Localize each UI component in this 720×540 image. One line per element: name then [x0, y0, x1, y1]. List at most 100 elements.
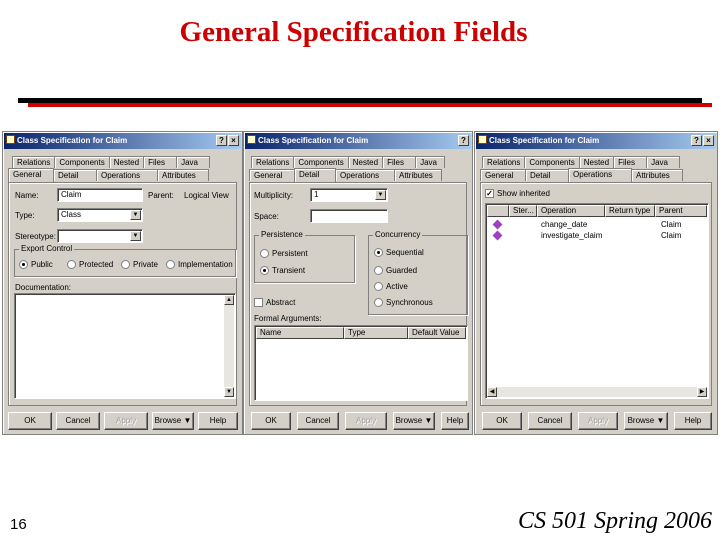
column-name[interactable]: Name	[256, 327, 344, 339]
tab-java[interactable]: Java	[176, 156, 211, 168]
radio-implementation[interactable]: Implementation	[166, 260, 233, 269]
help-title-button[interactable]: ?	[691, 135, 702, 146]
radio-transient[interactable]: Transient	[260, 266, 305, 275]
operations-list[interactable]: Ster... Operation Return type Parent cha…	[485, 203, 709, 399]
column-return-type[interactable]: Return type	[605, 205, 655, 217]
tab-files[interactable]: Files	[382, 156, 417, 168]
radio-icon	[260, 249, 269, 258]
slide-title: General Specification Fields	[179, 16, 528, 48]
scroll-right-icon[interactable]: ▶	[697, 387, 707, 397]
show-inherited-checkbox[interactable]: ✓ Show inherited	[485, 189, 550, 198]
scroll-up-icon[interactable]: ▲	[224, 295, 234, 305]
help-title-button[interactable]: ?	[458, 135, 469, 146]
radio-protected[interactable]: Protected	[67, 260, 113, 269]
radio-persistent[interactable]: Persistent	[260, 249, 308, 258]
close-title-button[interactable]: ×	[703, 135, 714, 146]
name-field[interactable]: Claim	[57, 188, 143, 202]
formal-arguments-list[interactable]: Name Type Default Value	[254, 325, 468, 401]
cancel-button[interactable]: Cancel	[297, 412, 339, 430]
tab-nested[interactable]: Nested	[108, 156, 145, 168]
chevron-down-icon[interactable]: ▼	[375, 190, 386, 200]
ok-button[interactable]: OK	[482, 412, 522, 430]
column-default-value[interactable]: Default Value	[408, 327, 466, 339]
documentation-textarea[interactable]: ▲ ▼	[14, 293, 236, 399]
radio-icon	[374, 298, 383, 307]
chevron-down-icon[interactable]: ▼	[130, 210, 141, 220]
column-type[interactable]: Type	[344, 327, 408, 339]
ok-button[interactable]: OK	[251, 412, 291, 430]
tab-row-bottom: General Detail Operations Attributes	[480, 168, 683, 182]
tab-detail[interactable]: Detail	[525, 169, 569, 181]
type-value: Class	[61, 210, 82, 219]
tab-nested[interactable]: Nested	[578, 156, 615, 168]
slide-number: 16	[10, 516, 27, 533]
cancel-button[interactable]: Cancel	[528, 412, 572, 430]
tab-components[interactable]: Components	[54, 156, 110, 168]
help-button[interactable]: Help	[198, 412, 238, 430]
tab-relations[interactable]: Relations	[251, 156, 295, 168]
tab-components[interactable]: Components	[293, 156, 349, 168]
close-title-button[interactable]: ×	[228, 135, 239, 146]
tab-attributes[interactable]: Attributes	[631, 169, 683, 181]
radio-synchronous[interactable]: Synchronous	[374, 298, 433, 307]
apply-button[interactable]: Apply	[578, 412, 618, 430]
tab-attributes[interactable]: Attributes	[394, 169, 442, 181]
radio-private[interactable]: Private	[121, 260, 158, 269]
tab-detail[interactable]: Detail	[53, 169, 97, 181]
operation-row[interactable]: investigate_claim Claim	[488, 230, 706, 241]
chevron-down-icon[interactable]: ▼	[130, 231, 141, 241]
operation-parent: Claim	[661, 220, 682, 229]
apply-button[interactable]: Apply	[104, 412, 148, 430]
cancel-button[interactable]: Cancel	[56, 412, 100, 430]
horizontal-scrollbar[interactable]: ◀ ▶	[487, 387, 707, 397]
tab-relations[interactable]: Relations	[482, 156, 526, 168]
tab-operations[interactable]: Operations	[568, 168, 632, 182]
apply-button[interactable]: Apply	[345, 412, 387, 430]
vertical-scrollbar[interactable]: ▲ ▼	[224, 295, 234, 397]
tab-files[interactable]: Files	[613, 156, 648, 168]
concurrency-label: Concurrency	[373, 230, 423, 239]
tab-java[interactable]: Java	[646, 156, 681, 168]
space-field[interactable]	[310, 209, 388, 223]
documentation-label: Documentation:	[15, 283, 72, 292]
tab-nested[interactable]: Nested	[347, 156, 384, 168]
tab-components[interactable]: Components	[524, 156, 580, 168]
help-button[interactable]: Help	[441, 412, 469, 430]
tab-operations[interactable]: Operations	[96, 169, 158, 181]
column-operation[interactable]: Operation	[537, 205, 605, 217]
tab-java[interactable]: Java	[415, 156, 446, 168]
radio-guarded[interactable]: Guarded	[374, 266, 417, 275]
tab-general[interactable]: General	[249, 169, 295, 181]
scroll-left-icon[interactable]: ◀	[487, 387, 497, 397]
tab-operations[interactable]: Operations	[335, 169, 395, 181]
help-button[interactable]: Help	[674, 412, 712, 430]
concurrency-group: Concurrency Sequential Guarded Active Sy…	[368, 230, 468, 315]
radio-active[interactable]: Active	[374, 282, 408, 291]
scroll-down-icon[interactable]: ▼	[224, 387, 234, 397]
browse-button[interactable]: Browse ▼	[152, 412, 194, 430]
title-rule-red	[28, 103, 712, 107]
formal-arguments-label: Formal Arguments:	[254, 314, 322, 323]
tab-detail[interactable]: Detail	[294, 168, 336, 182]
radio-public[interactable]: Public	[19, 260, 53, 269]
multiplicity-select[interactable]: 1 ▼	[310, 188, 388, 202]
abstract-checkbox[interactable]: Abstract	[254, 298, 295, 307]
tab-relations[interactable]: Relations	[12, 156, 56, 168]
ok-button[interactable]: OK	[8, 412, 52, 430]
stereotype-select[interactable]: ▼	[57, 229, 143, 243]
browse-button[interactable]: Browse ▼	[393, 412, 435, 430]
column-parent[interactable]: Parent	[655, 205, 707, 217]
operation-row[interactable]: change_date Claim	[488, 219, 706, 230]
tab-files[interactable]: Files	[143, 156, 178, 168]
tab-general[interactable]: General	[8, 168, 54, 182]
tab-row-bottom: General Detail Operations Attributes	[8, 168, 209, 182]
tab-attributes[interactable]: Attributes	[157, 169, 209, 181]
browse-button[interactable]: Browse ▼	[624, 412, 668, 430]
type-select[interactable]: Class ▼	[57, 208, 143, 222]
help-title-button[interactable]: ?	[216, 135, 227, 146]
operations-panel: ✓ Show inherited Ster... Operation Return…	[480, 182, 712, 406]
column-stereotype[interactable]: Ster...	[509, 205, 537, 217]
radio-sequential[interactable]: Sequential	[374, 248, 424, 257]
tab-general[interactable]: General	[480, 169, 526, 181]
tab-row-top: Relations Components Nested Files Java	[480, 156, 681, 168]
